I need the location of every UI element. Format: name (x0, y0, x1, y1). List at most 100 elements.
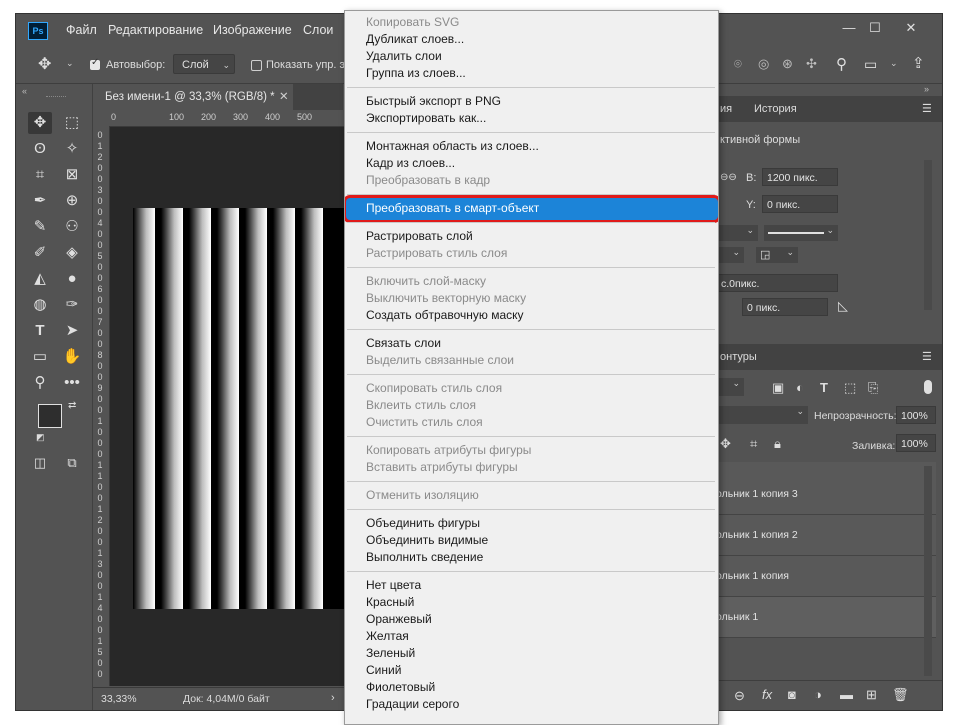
radius-field[interactable]: 0 пикс. (742, 298, 828, 316)
stroke-width-field[interactable]: с.0пикс. (716, 274, 838, 292)
context-menu-item[interactable]: Монтажная область из слоев... (366, 139, 539, 153)
toolbar-grip[interactable] (46, 96, 66, 100)
tab-paths[interactable]: онтуры (720, 351, 757, 363)
filter-smart-object-icon[interactable]: ⎘ (868, 380, 878, 396)
context-menu-item[interactable]: Выполнить сведение (366, 550, 483, 564)
context-menu-item[interactable]: Нет цвета (366, 578, 421, 592)
align-dropdown[interactable]: ⌄ (716, 247, 744, 263)
brush-tool-icon[interactable]: ✎ (28, 216, 52, 238)
lock-artboard-icon[interactable]: ⌗ (750, 436, 757, 452)
lasso-tool-icon[interactable]: ʘ (28, 138, 52, 160)
workspace-icon[interactable]: ▭ (864, 56, 877, 73)
tool-preset-chevron-icon[interactable]: ⌄ (66, 58, 74, 69)
fill-field[interactable]: 100% (896, 434, 936, 452)
workspace-chevron-icon[interactable]: ⌄ (890, 58, 898, 69)
context-menu-item[interactable]: Объединить видимые (366, 533, 488, 547)
type-tool-icon[interactable]: T (28, 320, 52, 342)
move-tool-icon[interactable]: ✥ (28, 112, 52, 134)
tab-history[interactable]: История (754, 103, 797, 115)
blend-mode-dropdown[interactable]: ⌄ (716, 406, 808, 424)
layer-filter-dropdown[interactable]: ⌄ (716, 378, 744, 396)
auto-select-checkbox[interactable]: ✓ (90, 57, 100, 70)
filter-shape-icon[interactable]: ⬚ (844, 380, 856, 396)
new-layer-icon[interactable]: ⊞ (866, 687, 877, 703)
context-menu-item[interactable]: Красный (366, 595, 414, 609)
path-selection-tool-icon[interactable]: ➤ (60, 320, 84, 342)
marquee-tool-icon[interactable]: ⬚ (60, 112, 84, 134)
context-menu-item[interactable]: Желтая (366, 629, 409, 643)
context-menu-item[interactable]: Дубликат слоев... (366, 32, 464, 46)
blur-tool-icon[interactable]: ● (60, 268, 84, 290)
adjustment-layer-icon[interactable]: ◑ (814, 687, 822, 702)
default-colors-icon[interactable]: ◩ (36, 432, 45, 443)
auto-select-dropdown[interactable]: Слой ⌄ (173, 54, 235, 74)
opacity-field[interactable]: 100% (896, 406, 936, 424)
context-menu-item[interactable]: Экспортировать как... (366, 111, 486, 125)
context-menu-item[interactable]: Градации серого (366, 697, 459, 711)
hand-tool-icon[interactable]: ✋ (60, 346, 84, 368)
filter-toggle[interactable] (924, 380, 932, 394)
context-menu-item[interactable]: Зеленый (366, 646, 415, 660)
tab-properties[interactable]: ия (720, 103, 732, 115)
layer-row[interactable]: ольник 1 копия (716, 556, 936, 597)
3d-rotate-icon[interactable]: ◎ (758, 56, 769, 72)
filter-pixel-icon[interactable]: ▣ (772, 380, 784, 396)
zoom-tool-icon[interactable]: ⚲ (28, 372, 52, 394)
dodge-tool-icon[interactable]: ◍ (28, 294, 52, 316)
context-menu-item[interactable]: Кадр из слоев... (366, 156, 455, 170)
context-menu-item[interactable]: Растрировать слой (366, 229, 473, 243)
context-menu-item[interactable]: Создать обтравочную маску (366, 308, 524, 322)
maximize-icon[interactable]: ☐ (864, 18, 886, 38)
expand-arrows-icon[interactable]: » (924, 84, 929, 94)
context-menu-item[interactable]: Объединить фигуры (366, 516, 480, 530)
search-icon[interactable]: ⚲ (836, 55, 847, 73)
clone-stamp-tool-icon[interactable]: ⚇ (60, 216, 84, 238)
properties-scrollbar[interactable] (924, 160, 932, 310)
width-field[interactable]: 1200 пикс. (762, 168, 838, 186)
new-group-icon[interactable]: ▬ (840, 687, 853, 702)
3d-pan-icon[interactable]: ✣ (806, 56, 817, 72)
delete-layer-icon[interactable]: 🗑︎ (892, 687, 909, 703)
context-menu-item[interactable]: Синий (366, 663, 401, 677)
layer-row[interactable]: ольник 1 копия 3 (716, 474, 936, 515)
show-transform-checkbox[interactable] (251, 60, 262, 71)
context-menu-item[interactable]: Связать слои (366, 336, 441, 350)
share-icon[interactable]: ⇪ (912, 54, 925, 72)
document-tab[interactable]: Без имени-1 @ 33,3% (RGB/8) * ✕ (93, 84, 293, 110)
close-tab-icon[interactable]: ✕ (279, 84, 289, 110)
move-tool-icon[interactable]: ✥ (38, 54, 51, 74)
context-menu-item[interactable]: Быстрый экспорт в PNG (366, 94, 501, 108)
filter-type-icon[interactable]: T (820, 380, 828, 395)
eraser-tool-icon[interactable]: ◈ (60, 242, 84, 264)
layer-row[interactable]: ольник 1 копия 2 (716, 515, 936, 556)
link-dimensions-icon[interactable]: ⊖⊖ (720, 172, 737, 183)
menu-edit[interactable]: Редактирование (108, 23, 203, 37)
layer-style-icon[interactable]: fx (762, 687, 772, 702)
pen-tool-icon[interactable]: ✑ (60, 294, 84, 316)
paint-bucket-tool-icon[interactable]: ◭ (28, 268, 52, 290)
context-menu-item[interactable]: Группа из слоев... (366, 66, 466, 80)
layer-row[interactable]: ольник 1 (716, 597, 936, 638)
screen-mode-icon[interactable]: ⧉ (60, 452, 84, 474)
spot-healing-tool-icon[interactable]: ⊕ (60, 190, 84, 212)
fill-swatch-dropdown[interactable]: ⌄ (716, 225, 758, 241)
zoom-level[interactable]: 33,33% (101, 693, 137, 705)
context-menu-item[interactable]: Фиолетовый (366, 680, 435, 694)
menu-file[interactable]: Файл (66, 23, 97, 37)
document-canvas[interactable] (133, 208, 345, 609)
corner-type-dropdown[interactable]: ◲ ⌄ (756, 247, 798, 263)
3d-mode-icon[interactable]: ⌾ (734, 56, 742, 72)
3d-roll-icon[interactable]: ⊛ (782, 56, 793, 72)
foreground-color-swatch[interactable] (38, 404, 62, 428)
menu-layers[interactable]: Слои (303, 23, 333, 37)
menu-image[interactable]: Изображение (213, 23, 292, 37)
y-field[interactable]: 0 пикс. (762, 195, 838, 213)
layer-mask-icon[interactable]: ◙ (788, 687, 796, 702)
history-brush-tool-icon[interactable]: ✐ (28, 242, 52, 264)
context-menu-item[interactable]: Преобразовать в смарт-объект (366, 201, 539, 215)
panel-menu-icon[interactable]: ☰ (922, 102, 932, 115)
minimize-icon[interactable]: — (838, 18, 860, 38)
swap-colors-icon[interactable]: ⇄ (68, 400, 76, 411)
quick-mask-icon[interactable]: ◫ (28, 452, 52, 474)
lock-position-icon[interactable]: ✥ (720, 436, 731, 452)
